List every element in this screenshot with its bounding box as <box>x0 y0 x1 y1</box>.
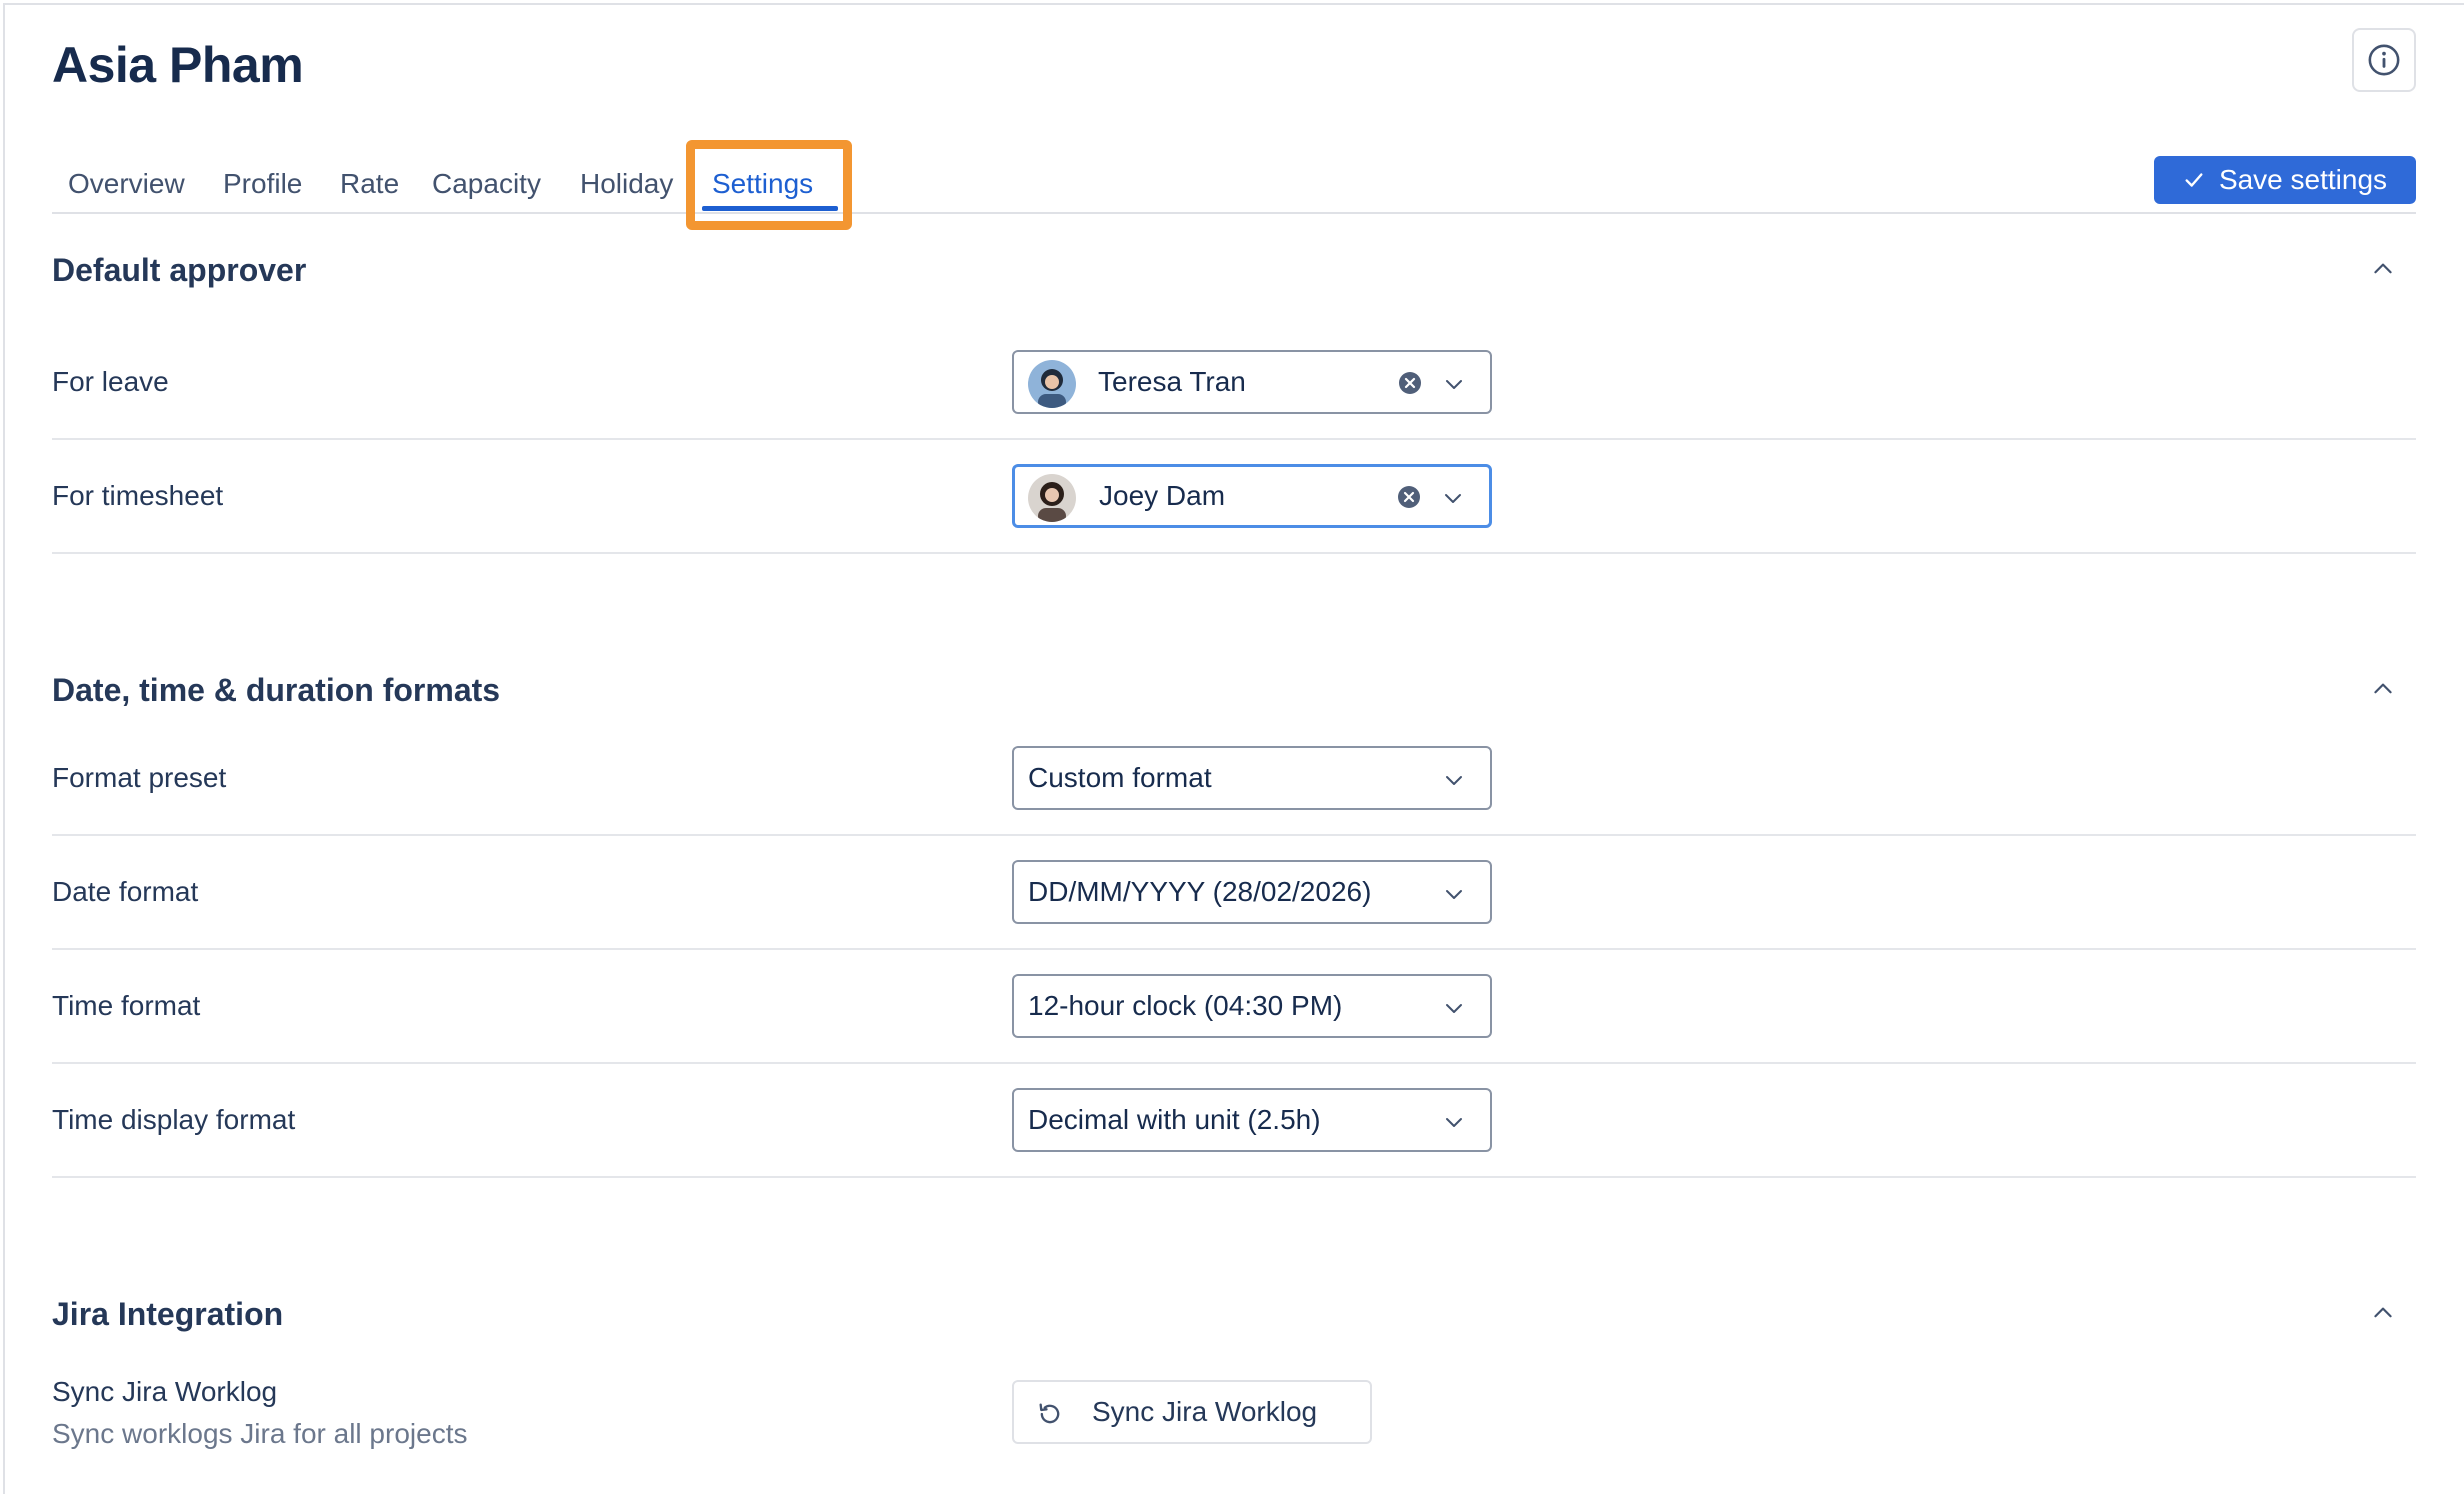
date-format-select[interactable]: DD/MM/YYYY (28/02/2026) <box>1012 860 1492 924</box>
tab-holiday[interactable]: Holiday <box>580 164 673 204</box>
row-divider <box>52 1176 2416 1178</box>
chevron-down-icon[interactable] <box>1442 882 1466 906</box>
chevron-up-icon[interactable] <box>2370 1300 2396 1326</box>
sync-jira-worklog-label: Sync Jira Worklog <box>1092 1396 1318 1427</box>
chevron-down-icon[interactable] <box>1442 372 1466 396</box>
for-timesheet-select[interactable]: Joey Dam <box>1012 464 1492 528</box>
chevron-down-icon[interactable] <box>1442 1110 1466 1134</box>
page-title: Asia Pham <box>52 37 304 93</box>
chevron-up-icon[interactable] <box>2370 676 2396 702</box>
section-title-default-approver: Default approver <box>52 252 307 288</box>
chevron-up-icon[interactable] <box>2370 256 2396 282</box>
time-format-label: Time format <box>52 990 201 1021</box>
check-icon <box>2185 173 2203 187</box>
section-title-jira: Jira Integration <box>52 1296 284 1332</box>
clear-icon[interactable] <box>1398 371 1422 395</box>
tab-profile[interactable]: Profile <box>223 164 302 204</box>
tab-rate[interactable]: Rate <box>340 164 399 204</box>
time-format-select[interactable]: 12-hour clock (04:30 PM) <box>1012 974 1492 1038</box>
row-divider <box>52 438 2416 440</box>
sync-jira-worklog-button[interactable]: Sync Jira Worklog <box>1012 1380 1372 1444</box>
sync-jira-sublabel: Sync worklogs Jira for all projects <box>52 1418 468 1449</box>
tab-highlight-box <box>686 140 852 230</box>
sync-jira-label: Sync Jira Worklog <box>52 1376 278 1407</box>
time-display-format-label: Time display format <box>52 1104 296 1135</box>
chevron-down-icon[interactable] <box>1441 486 1465 510</box>
date-format-label: Date format <box>52 876 199 907</box>
row-divider <box>52 834 2416 836</box>
row-divider <box>52 948 2416 950</box>
info-button[interactable] <box>2352 28 2416 92</box>
chevron-down-icon[interactable] <box>1442 768 1466 792</box>
format-preset-label: Format preset <box>52 762 227 793</box>
tab-overview[interactable]: Overview <box>68 164 185 204</box>
row-divider <box>52 1062 2416 1064</box>
tabs-divider <box>52 212 2416 214</box>
time-display-format-select[interactable]: Decimal with unit (2.5h) <box>1012 1088 1492 1152</box>
time-format-value: 12-hour clock (04:30 PM) <box>1028 990 1343 1021</box>
for-timesheet-value: Joey Dam <box>1099 480 1226 511</box>
format-preset-select[interactable]: Custom format <box>1012 746 1492 810</box>
row-divider <box>52 552 2416 554</box>
time-display-format-value: Decimal with unit (2.5h) <box>1028 1104 1321 1135</box>
for-leave-label: For leave <box>52 366 169 397</box>
save-settings-label: Save settings <box>2218 164 2388 195</box>
save-settings-button[interactable]: Save settings <box>2154 156 2416 204</box>
info-icon <box>2368 44 2400 76</box>
tab-capacity[interactable]: Capacity <box>432 164 541 204</box>
date-format-value: DD/MM/YYYY (28/02/2026) <box>1028 876 1372 907</box>
clear-icon[interactable] <box>1397 485 1421 509</box>
sync-icon <box>1039 1403 1060 1424</box>
format-preset-value: Custom format <box>1028 762 1212 793</box>
for-timesheet-label: For timesheet <box>52 480 224 511</box>
avatar <box>1028 474 1076 522</box>
avatar <box>1028 360 1076 408</box>
for-leave-select[interactable]: Teresa Tran <box>1012 350 1492 414</box>
for-leave-value: Teresa Tran <box>1098 366 1246 397</box>
section-title-formats: Date, time & duration formats <box>52 672 501 708</box>
chevron-down-icon[interactable] <box>1442 996 1466 1020</box>
